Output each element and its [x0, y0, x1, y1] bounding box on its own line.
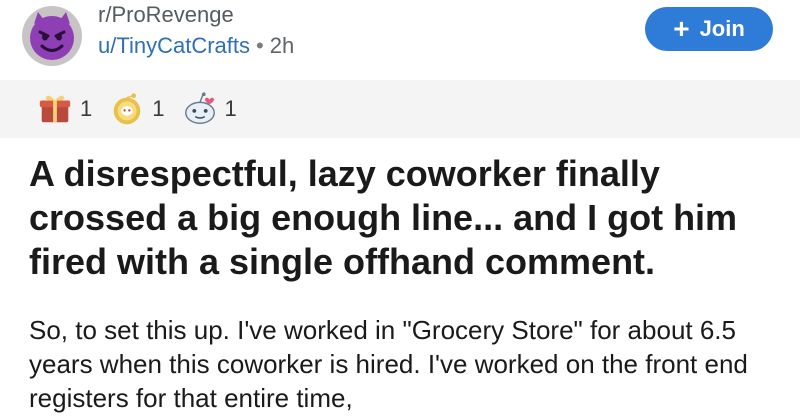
gift-award-icon: [39, 95, 71, 123]
gold-award-icon: [113, 93, 141, 125]
post-header: r/ProRevenge u/TinyCatCrafts • 2h + Join: [0, 0, 800, 70]
subreddit-name[interactable]: r/ProRevenge: [98, 2, 234, 28]
post-age: 2h: [269, 33, 295, 58]
post-meta: u/TinyCatCrafts • 2h: [98, 33, 294, 59]
post-title[interactable]: A disrespectful, lazy coworker finally c…: [29, 152, 769, 284]
wholesome-award-icon: [184, 92, 215, 124]
post-body: So, to set this up. I've worked in "Groc…: [29, 315, 748, 413]
award-count: 1: [224, 96, 237, 121]
devil-face-icon: [30, 12, 74, 60]
award-count: 1: [80, 96, 93, 121]
join-label: Join: [699, 16, 745, 41]
meta-separator: •: [256, 33, 264, 58]
award-gift[interactable]: 1: [36, 90, 92, 128]
subreddit-avatar[interactable]: [22, 6, 82, 66]
author-link[interactable]: u/TinyCatCrafts: [98, 33, 250, 58]
award-count: 1: [152, 96, 165, 121]
award-wholesome[interactable]: 1: [181, 90, 237, 128]
awards-bar[interactable]: 1 1 1: [0, 80, 800, 138]
award-gold[interactable]: 1: [108, 90, 165, 128]
join-button[interactable]: + Join: [645, 7, 773, 51]
plus-icon: +: [673, 13, 690, 44]
